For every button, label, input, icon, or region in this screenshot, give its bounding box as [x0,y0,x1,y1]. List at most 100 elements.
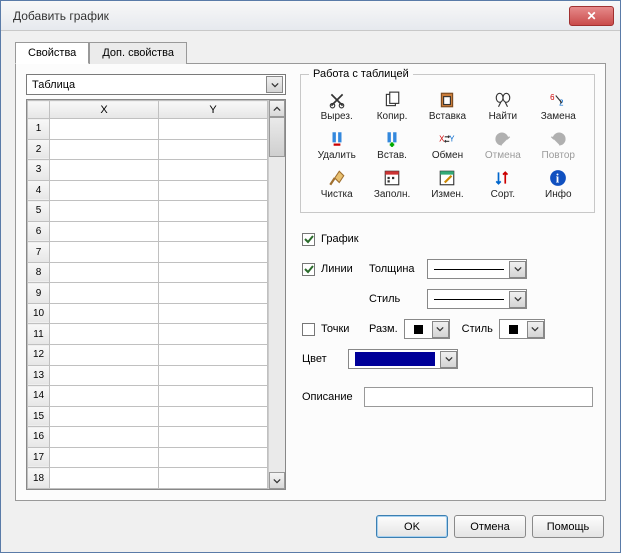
tab-additional-properties[interactable]: Доп. свойства [89,42,187,64]
cell-y[interactable] [159,262,268,283]
cell-x[interactable] [50,386,159,407]
cell-x[interactable] [50,283,159,304]
cell-x[interactable] [50,139,159,160]
tab-properties[interactable]: Свойства [15,42,89,64]
source-dropdown[interactable]: Таблица [26,74,286,95]
cut-button[interactable]: Вырез. [313,89,361,124]
linestyle-combo[interactable] [427,289,527,309]
replace-button[interactable]: 62Замена [534,89,582,124]
scroll-up-icon[interactable] [269,100,285,117]
table-row[interactable]: 10 [28,303,268,324]
data-table[interactable]: X Y 123456789101112131415161718 [27,100,268,489]
cancel-button[interactable]: Отмена [454,515,526,538]
table-row[interactable]: 15 [28,406,268,427]
cell-x[interactable] [50,160,159,181]
cell-y[interactable] [159,221,268,242]
table-row[interactable]: 7 [28,242,268,263]
row-header[interactable]: 2 [28,139,50,160]
graph-checkbox[interactable] [302,233,315,246]
row-header[interactable]: 8 [28,262,50,283]
cell-x[interactable] [50,468,159,489]
copy-button[interactable]: Копир. [368,89,416,124]
cell-y[interactable] [159,406,268,427]
cell-x[interactable] [50,324,159,345]
row-header[interactable]: 4 [28,180,50,201]
cell-y[interactable] [159,201,268,222]
scroll-thumb[interactable] [269,117,285,157]
modify-button[interactable]: Измен. [423,167,471,202]
table-row[interactable]: 18 [28,468,268,489]
scroll-down-icon[interactable] [269,472,285,489]
table-row[interactable]: 17 [28,447,268,468]
row-header[interactable]: 17 [28,447,50,468]
paste-button[interactable]: Вставка [423,89,471,124]
cell-y[interactable] [159,303,268,324]
row-header[interactable]: 14 [28,386,50,407]
table-row[interactable]: 14 [28,386,268,407]
close-button[interactable]: ✕ [569,6,614,26]
sort-button[interactable]: Сорт. [479,167,527,202]
table-row[interactable]: 2 [28,139,268,160]
cell-x[interactable] [50,427,159,448]
row-header[interactable]: 1 [28,119,50,140]
cell-x[interactable] [50,242,159,263]
table-row[interactable]: 5 [28,201,268,222]
cell-x[interactable] [50,447,159,468]
help-button[interactable]: Помощь [532,515,604,538]
scroll-track[interactable] [269,117,285,472]
table-row[interactable]: 1 [28,119,268,140]
row-header[interactable]: 18 [28,468,50,489]
cell-y[interactable] [159,324,268,345]
insert-button[interactable]: Встав. [368,128,416,163]
cell-y[interactable] [159,242,268,263]
ok-button[interactable]: OK [376,515,448,538]
delete-button[interactable]: Удалить [313,128,361,163]
color-combo[interactable] [348,349,458,369]
row-header[interactable]: 13 [28,365,50,386]
lines-checkbox[interactable] [302,263,315,276]
cell-y[interactable] [159,345,268,366]
swap-button[interactable]: XYОбмен [423,128,471,163]
cell-y[interactable] [159,283,268,304]
cell-y[interactable] [159,365,268,386]
cell-x[interactable] [50,201,159,222]
cell-x[interactable] [50,180,159,201]
cell-y[interactable] [159,139,268,160]
pointstyle-combo[interactable] [499,319,545,339]
row-header[interactable]: 5 [28,201,50,222]
row-header[interactable]: 9 [28,283,50,304]
cell-y[interactable] [159,447,268,468]
cell-x[interactable] [50,262,159,283]
row-header[interactable]: 15 [28,406,50,427]
row-header[interactable]: 7 [28,242,50,263]
table-row[interactable]: 13 [28,365,268,386]
cell-x[interactable] [50,406,159,427]
row-header[interactable]: 10 [28,303,50,324]
row-header[interactable]: 11 [28,324,50,345]
find-button[interactable]: Найти [479,89,527,124]
fill-button[interactable]: Заполн. [368,167,416,202]
cell-x[interactable] [50,303,159,324]
description-input[interactable] [364,387,593,407]
table-row[interactable]: 4 [28,180,268,201]
vertical-scrollbar[interactable] [268,100,285,489]
col-header-y[interactable]: Y [159,101,268,119]
cell-y[interactable] [159,468,268,489]
cell-y[interactable] [159,427,268,448]
row-header[interactable]: 6 [28,221,50,242]
table-row[interactable]: 3 [28,160,268,181]
cell-x[interactable] [50,365,159,386]
table-row[interactable]: 12 [28,345,268,366]
cell-x[interactable] [50,345,159,366]
row-header[interactable]: 16 [28,427,50,448]
table-row[interactable]: 6 [28,221,268,242]
row-header[interactable]: 3 [28,160,50,181]
cell-y[interactable] [159,160,268,181]
row-header[interactable]: 12 [28,345,50,366]
cell-y[interactable] [159,119,268,140]
cell-y[interactable] [159,386,268,407]
cell-y[interactable] [159,180,268,201]
clean-button[interactable]: Чистка [313,167,361,202]
cell-x[interactable] [50,119,159,140]
table-row[interactable]: 8 [28,262,268,283]
